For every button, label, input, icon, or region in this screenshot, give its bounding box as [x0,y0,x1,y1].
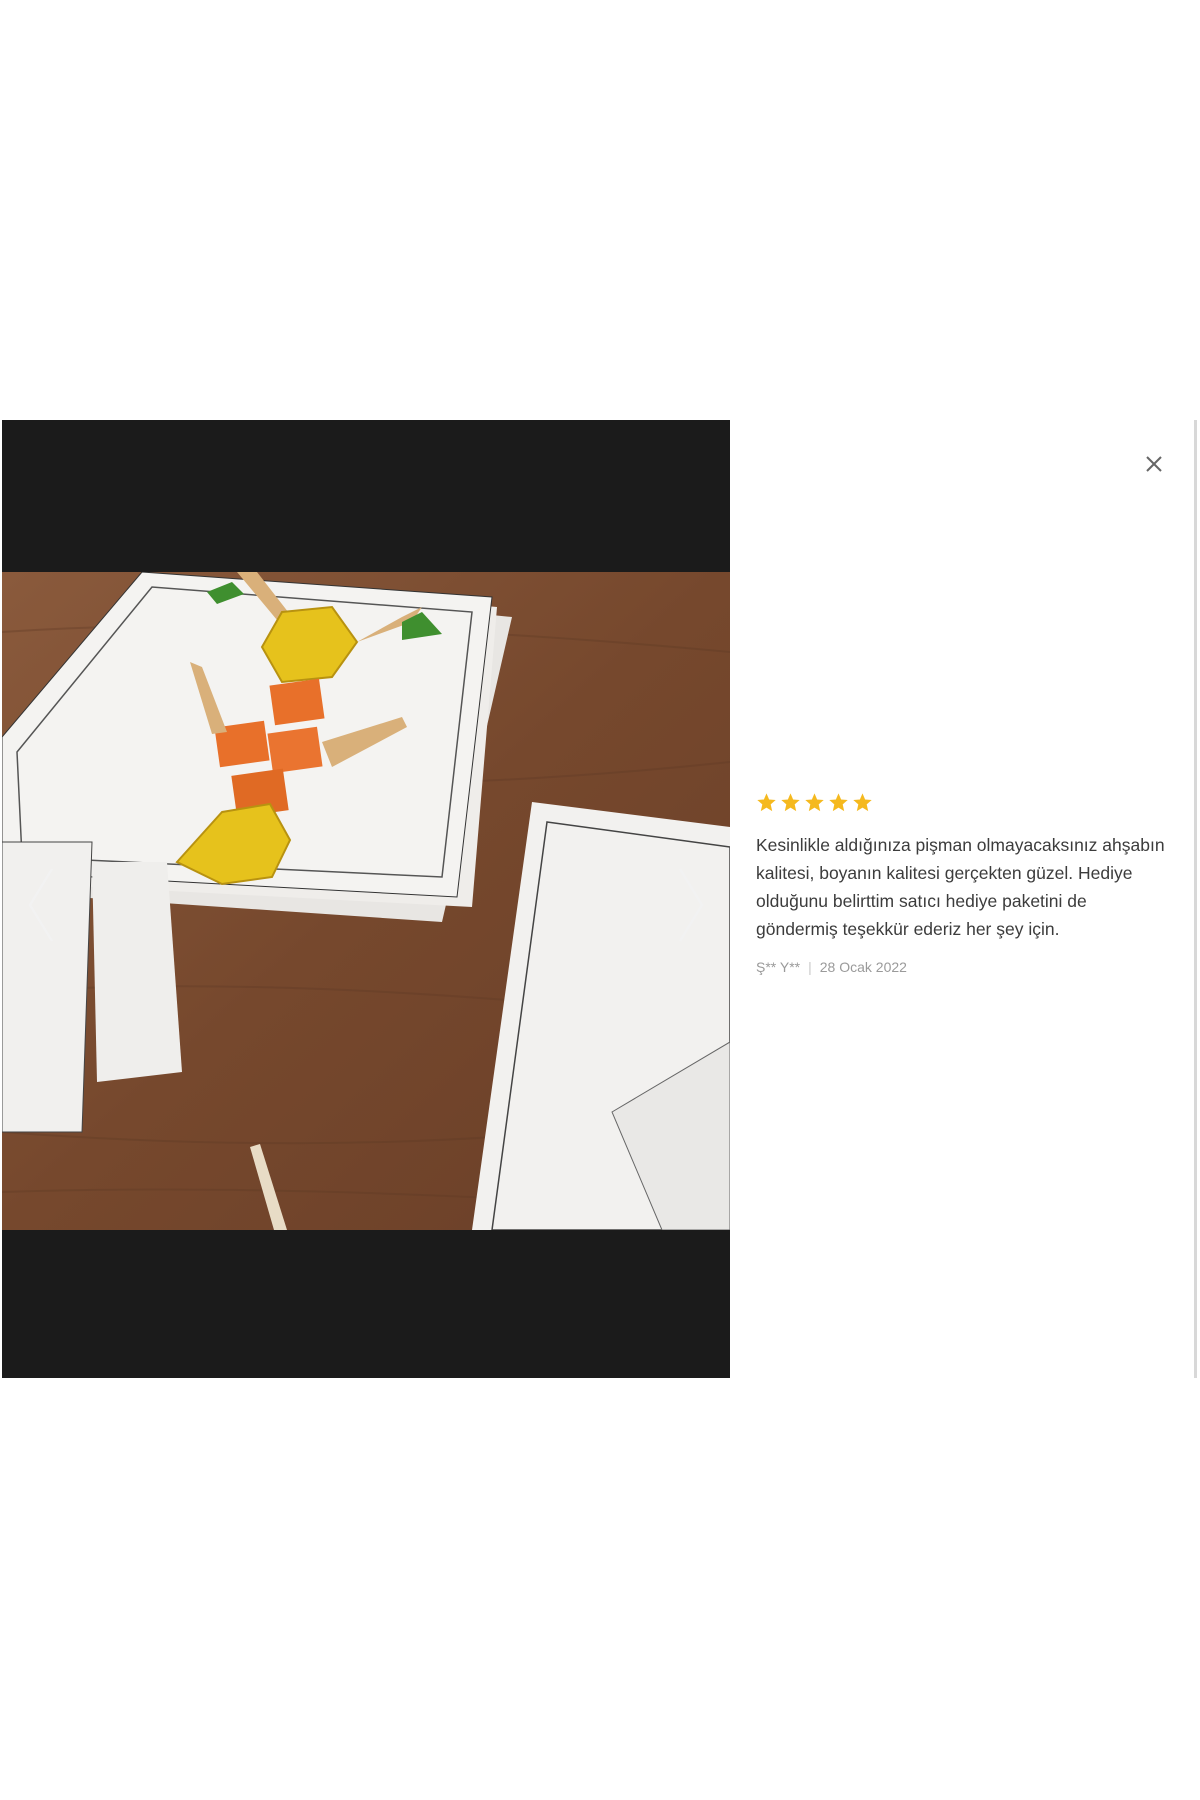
previous-image-button[interactable] [16,865,66,945]
review-author: Ş** Y** [756,959,801,975]
star-icon [757,793,776,812]
review-panel: Kesinlikle aldığınıza pişman olmayacaksı… [756,792,1166,975]
chevron-right-icon [678,868,704,942]
review-photo [2,572,730,1230]
meta-separator: | [808,959,812,975]
chevron-left-icon [28,868,54,942]
close-icon [1146,456,1162,472]
star-icon [781,793,800,812]
close-button[interactable] [1138,448,1170,480]
star-icon [853,793,872,812]
review-image-modal: Kesinlikle aldığınıza pişman olmayacaksı… [2,420,1197,1378]
rating-stars [756,792,1166,813]
star-icon [805,793,824,812]
image-gallery [2,420,730,1378]
star-icon [829,793,848,812]
next-image-button[interactable] [666,865,716,945]
review-meta: Ş** Y** | 28 Ocak 2022 [756,959,1166,975]
review-text: Kesinlikle aldığınıza pişman olmayacaksı… [756,835,1165,939]
review-date: 28 Ocak 2022 [819,959,907,975]
